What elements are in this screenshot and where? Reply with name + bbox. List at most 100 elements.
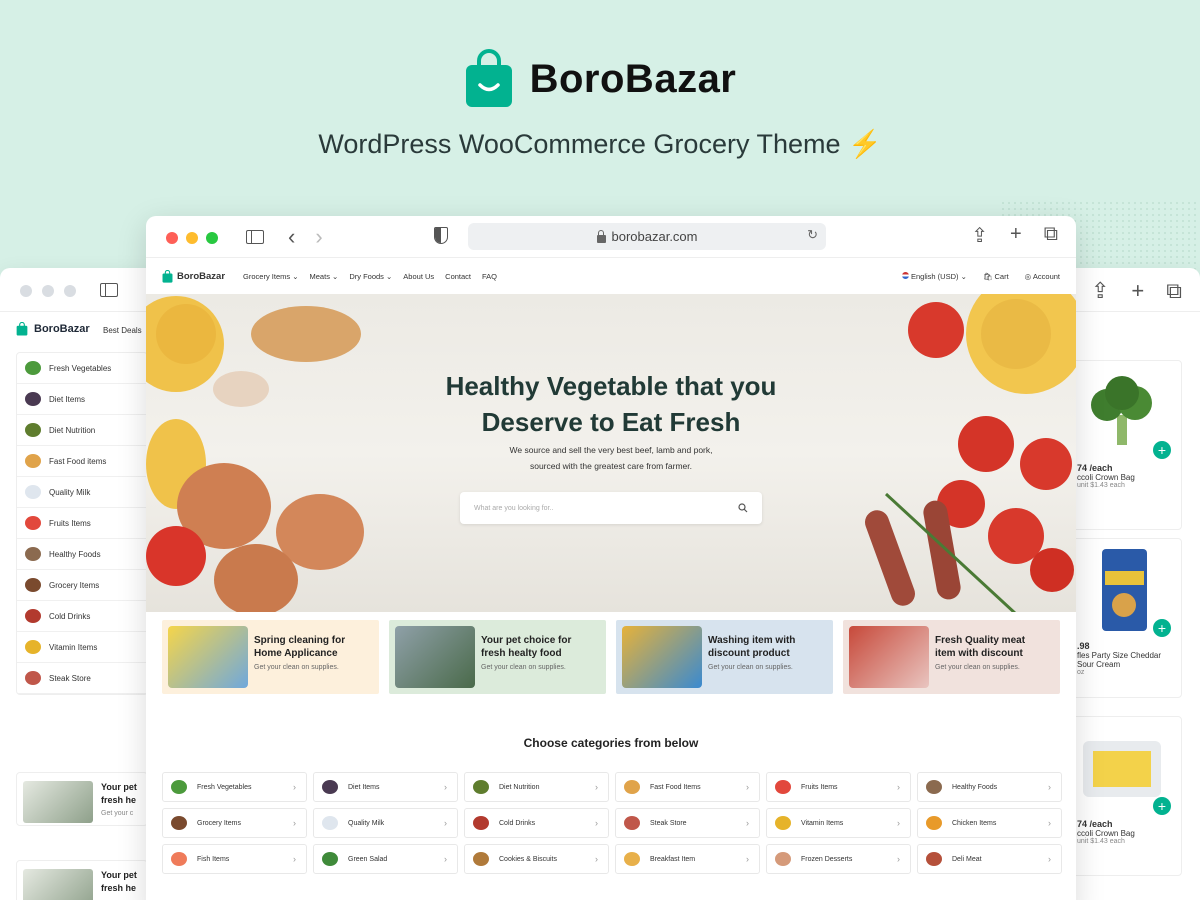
- back-promo-card[interactable]: Your pet fresh he: [16, 860, 148, 900]
- forward-arrow-icon[interactable]: ›: [315, 224, 322, 250]
- add-to-cart-button[interactable]: +: [1153, 797, 1171, 815]
- back-site-logo[interactable]: BoroBazar: [16, 322, 90, 336]
- reload-icon[interactable]: ↻: [807, 227, 818, 243]
- hero-subtitle-line2: sourced with the greatest care from farm…: [529, 461, 693, 471]
- category-fish-items[interactable]: Fish Items ›: [162, 844, 307, 874]
- category-icon: [25, 578, 41, 592]
- category-grocery-items[interactable]: Grocery Items ›: [162, 808, 307, 838]
- promo-card[interactable]: Your pet choice for fresh healty food Get …: [389, 620, 606, 694]
- product-unit: oz: [1077, 669, 1085, 676]
- maximize-window-button[interactable]: [206, 232, 218, 244]
- account-link[interactable]: ◎ Account: [1025, 272, 1060, 281]
- nav-grocery-items[interactable]: Grocery Items ⌄: [243, 272, 298, 281]
- product-card[interactable]: + .98 fles Party Size Cheddar Sour Cream…: [1072, 538, 1182, 698]
- category-diet-nutrition[interactable]: Diet Nutrition ›: [464, 772, 609, 802]
- promo-title: Your pet choice for fresh healty food: [481, 635, 572, 659]
- back-category-item[interactable]: Diet Nutrition: [17, 415, 147, 446]
- nav-faq[interactable]: FAQ: [482, 272, 497, 281]
- lightning-bolt-icon: ⚡: [848, 129, 882, 159]
- pet-food-image: [23, 781, 93, 823]
- add-to-cart-button[interactable]: +: [1153, 619, 1171, 637]
- hero-search-input[interactable]: What are you looking for..: [460, 492, 762, 524]
- address-bar[interactable]: borobazar.com ↻: [468, 223, 826, 250]
- bread-icon: [624, 852, 640, 866]
- back-category-item[interactable]: Vitamin Items: [17, 632, 147, 663]
- promo-card[interactable]: Fresh Quality meat item with discount Get …: [843, 620, 1060, 694]
- tabs-overview-icon[interactable]: ⧉: [1044, 223, 1058, 248]
- category-fast-food-items[interactable]: Fast Food Items ›: [615, 772, 760, 802]
- category-label: Vitamin Items: [49, 642, 98, 652]
- promo-card[interactable]: Washing item with discount product Get you…: [616, 620, 833, 694]
- back-category-item[interactable]: Quality Milk: [17, 477, 147, 508]
- category-fruits-items[interactable]: Fruits Items ›: [766, 772, 911, 802]
- category-label: Diet Nutrition: [49, 425, 96, 435]
- back-category-item[interactable]: Healthy Foods: [17, 539, 147, 570]
- sidebar-toggle-icon[interactable]: [100, 283, 118, 297]
- category-green-salad[interactable]: Green Salad ›: [313, 844, 458, 874]
- cart-link[interactable]: 🛍 Cart: [983, 272, 1009, 281]
- language-selector[interactable]: English (USD) ⌄: [901, 271, 967, 281]
- pineapple-icon: [775, 816, 791, 830]
- back-category-item[interactable]: Fast Food items: [17, 446, 147, 477]
- shopping-bag-logo-icon: [16, 322, 28, 336]
- site-logo[interactable]: BoroBazar: [162, 269, 225, 283]
- category-label: Fast Food items: [49, 456, 107, 466]
- close-window-button[interactable]: [166, 232, 178, 244]
- category-steak-store[interactable]: Steak Store ›: [615, 808, 760, 838]
- promo-card[interactable]: Spring cleaning for Home Applicance Get yo…: [162, 620, 379, 694]
- new-tab-icon[interactable]: +: [1131, 278, 1144, 304]
- share-icon[interactable]: ⇪: [971, 223, 988, 248]
- avocado-icon: [473, 780, 489, 794]
- category-frozen-desserts[interactable]: Frozen Desserts ›: [766, 844, 911, 874]
- nav-best-deals[interactable]: Best Deals: [103, 326, 142, 335]
- category-deli-meat[interactable]: Deli Meat ›: [917, 844, 1062, 874]
- back-category-item[interactable]: Steak Store: [17, 663, 147, 694]
- nav-about-us[interactable]: About Us: [403, 272, 434, 281]
- salad-icon: [322, 852, 338, 866]
- category-label: Chicken Items: [952, 819, 997, 827]
- category-icon: [25, 671, 41, 685]
- search-icon[interactable]: [738, 503, 748, 513]
- category-label: Green Salad: [348, 855, 388, 863]
- category-vitamin-items[interactable]: Vitamin Items ›: [766, 808, 911, 838]
- nav-contact[interactable]: Contact: [445, 272, 471, 281]
- category-label: Grocery Items: [49, 580, 100, 590]
- chevron-right-icon: ›: [293, 854, 296, 864]
- pet-food-image: [395, 626, 475, 688]
- back-promo-card[interactable]: Your pet fresh he Get your c: [16, 772, 148, 826]
- product-card[interactable]: + 74 /each ccoli Crown Bag unit $1.43 ea…: [1072, 360, 1182, 530]
- category-fresh-vegetables[interactable]: Fresh Vegetables ›: [162, 772, 307, 802]
- product-price: 74 /each: [1077, 819, 1113, 829]
- product-unit: unit $1.43 each: [1077, 838, 1125, 845]
- back-category-item[interactable]: Fruits Items: [17, 508, 147, 539]
- back-arrow-icon[interactable]: ‹: [288, 224, 295, 250]
- tabs-overview-icon[interactable]: ⧉: [1166, 278, 1182, 304]
- category-breakfast-item[interactable]: Breakfast Item ›: [615, 844, 760, 874]
- category-healthy-foods[interactable]: Healthy Foods ›: [917, 772, 1062, 802]
- category-label: Cookies & Biscuits: [499, 855, 557, 863]
- promo-title: Washing item with discount product: [708, 635, 796, 659]
- privacy-shield-icon[interactable]: [434, 227, 448, 244]
- nav-meats[interactable]: Meats ⌄: [310, 272, 339, 281]
- back-category-list: Fresh Vegetables Diet Items Diet Nutrition…: [16, 352, 148, 695]
- category-diet-items[interactable]: Diet Items ›: [313, 772, 458, 802]
- new-tab-icon[interactable]: +: [1010, 223, 1022, 248]
- add-to-cart-button[interactable]: +: [1153, 441, 1171, 459]
- category-quality-milk[interactable]: Quality Milk ›: [313, 808, 458, 838]
- back-category-item[interactable]: Fresh Vegetables: [17, 353, 147, 384]
- category-chicken-items[interactable]: Chicken Items ›: [917, 808, 1062, 838]
- lock-icon: [596, 229, 606, 243]
- category-cookies-biscuits[interactable]: Cookies & Biscuits ›: [464, 844, 609, 874]
- minimize-window-button[interactable]: [186, 232, 198, 244]
- product-card[interactable]: + 74 /each ccoli Crown Bag unit $1.43 ea…: [1072, 716, 1182, 876]
- nav-dry-foods[interactable]: Dry Foods ⌄: [349, 272, 392, 281]
- back-promo-title2: fresh he: [101, 883, 137, 893]
- sidebar-toggle-icon[interactable]: [246, 230, 264, 244]
- back-category-item[interactable]: Cold Drinks: [17, 601, 147, 632]
- category-label: Quality Milk: [49, 487, 91, 497]
- share-icon[interactable]: ⇪: [1091, 278, 1109, 304]
- back-category-item[interactable]: Diet Items: [17, 384, 147, 415]
- back-category-item[interactable]: Grocery Items: [17, 570, 147, 601]
- category-cold-drinks[interactable]: Cold Drinks ›: [464, 808, 609, 838]
- category-label: Diet Items: [49, 394, 86, 404]
